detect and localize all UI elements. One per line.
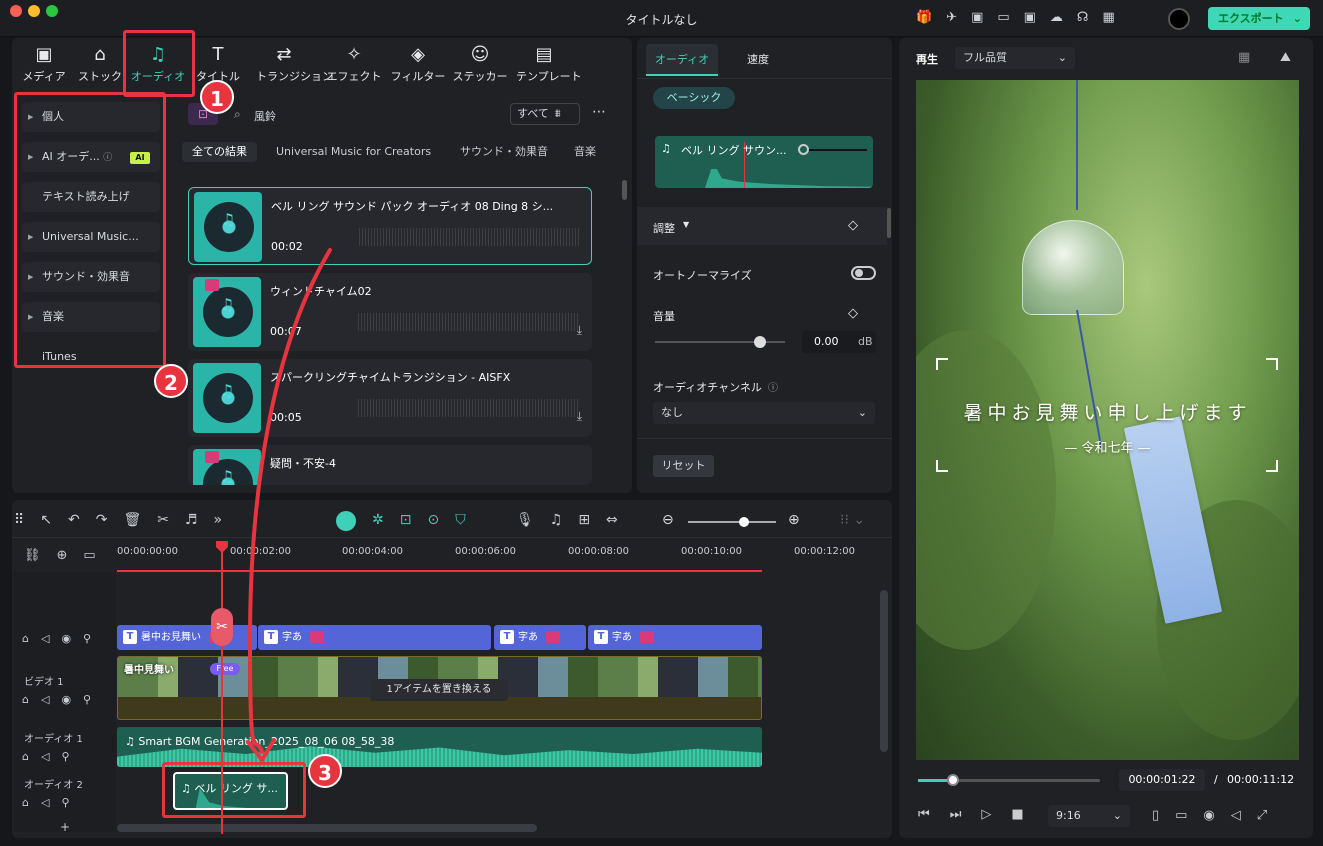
step-badge-3: 3 (308, 754, 342, 788)
annotation-arrow (246, 248, 332, 762)
step-badge-1: 1 (200, 80, 234, 114)
step-badge-2: 2 (154, 364, 188, 398)
highlight-sidebar (14, 92, 166, 368)
highlight-audio-tab (123, 30, 195, 97)
highlight-audio2-clip (162, 762, 306, 818)
